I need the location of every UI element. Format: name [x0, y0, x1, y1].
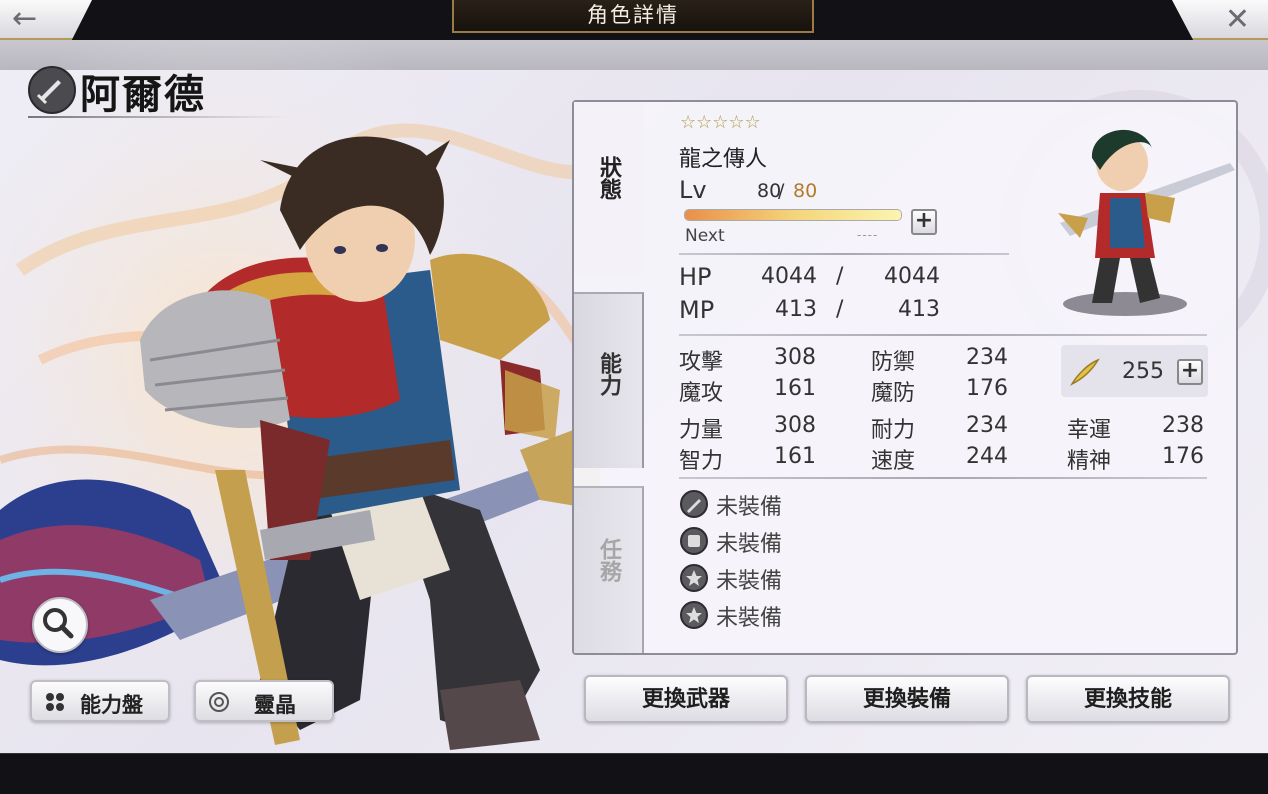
stat-spd-value: 244: [966, 444, 1008, 469]
stat-int-label: 智力: [679, 449, 724, 474]
ability-board-icon: [46, 693, 64, 711]
tab-quest-text: 任務: [596, 538, 622, 582]
exp-bar-fill: [685, 210, 901, 220]
character-illustration: [0, 136, 600, 750]
divider-vitals: [679, 334, 1207, 336]
exp-bar: [684, 209, 902, 221]
mp-label: MP: [679, 296, 715, 324]
tab-ability[interactable]: 能力: [574, 292, 644, 468]
equipment-slot-label: 未裝備: [716, 532, 783, 557]
stat-int-value: 161: [774, 444, 816, 469]
stat-def-label: 防禦: [871, 350, 916, 375]
stat-atk-value: 308: [774, 345, 816, 370]
plus-icon: +: [914, 208, 934, 233]
sword-class-icon: [28, 66, 76, 114]
armor-slot-icon: [680, 527, 708, 555]
level-label: Lv: [679, 176, 707, 204]
equipment-slot-label: 未裝備: [716, 495, 783, 520]
change-skill-button[interactable]: 更換技能: [1026, 675, 1230, 723]
hp-label: HP: [679, 263, 712, 291]
hp-max: 4044: [884, 264, 940, 289]
stat-str-value: 308: [774, 413, 816, 438]
ability-board-button[interactable]: 能力盤: [30, 680, 170, 722]
stat-luck-label: 幸運: [1067, 418, 1112, 443]
stat-mdef-label: 魔防: [871, 381, 916, 406]
tab-quest-label: 任務: [574, 538, 644, 589]
equipment-slot-label: 未裝備: [716, 569, 783, 594]
next-exp-value: ----: [857, 228, 879, 242]
level-max: 80: [793, 180, 818, 202]
game-screen: ← 角色詳情 ✕ 阿爾德 能力盤 靈晶 狀態 能力 任務 ☆☆☆☆☆ 龍之傳人 …: [0, 0, 1268, 794]
change-weapon-button[interactable]: 更換武器: [584, 675, 788, 723]
stat-matk-label: 魔攻: [679, 381, 724, 406]
tab-ability-label: 能力: [574, 352, 644, 403]
tab-quest[interactable]: 任務: [574, 486, 644, 653]
stat-spirit-value: 176: [1162, 444, 1204, 469]
bottom-letterbox: [0, 753, 1268, 794]
tab-status-label: 狀態: [574, 156, 644, 207]
name-underline: [28, 116, 288, 118]
stat-atk-label: 攻擊: [679, 350, 724, 375]
stat-matk-value: 161: [774, 376, 816, 401]
ability-board-label: 能力盤: [80, 692, 143, 717]
character-title: 龍之傳人: [679, 147, 768, 172]
hp-separator: /: [836, 264, 844, 289]
hp-current: 4044: [761, 264, 817, 289]
next-exp-label: Next: [685, 226, 725, 246]
stat-mdef-value: 176: [966, 376, 1008, 401]
screen-title: 角色詳情: [452, 0, 814, 33]
level-up-button[interactable]: +: [911, 209, 937, 235]
tab-status[interactable]: 狀態: [574, 102, 644, 274]
spirit-crystal-label: 靈晶: [254, 692, 296, 717]
mp-separator: /: [836, 297, 844, 322]
stat-spd-label: 速度: [871, 449, 916, 474]
close-icon: ✕: [1224, 2, 1250, 37]
stat-def-value: 234: [966, 345, 1008, 370]
back-arrow-icon: ←: [12, 1, 38, 36]
stat-luck-value: 238: [1162, 413, 1204, 438]
mp-current: 413: [775, 297, 817, 322]
plus-icon: +: [1180, 358, 1200, 383]
spirit-crystal-button[interactable]: 靈晶: [194, 680, 334, 722]
accessory-slot-icon: [680, 564, 708, 592]
character-sprite: [1058, 129, 1235, 316]
equipment-slot-label: 未裝備: [716, 606, 783, 631]
mp-max: 413: [898, 297, 940, 322]
tab-status-text: 狀態: [596, 156, 622, 200]
feather-add-button[interactable]: +: [1177, 359, 1203, 385]
panel-tabs: 狀態 能力 任務: [574, 102, 644, 653]
crystal-icon: [209, 692, 229, 712]
stat-spirit-label: 精神: [1067, 449, 1112, 474]
feather-icon: [1070, 358, 1100, 386]
accessory-slot-icon: [680, 601, 708, 629]
divider-stats: [679, 477, 1207, 479]
zoom-button[interactable]: [32, 597, 88, 653]
level-separator: /: [778, 180, 785, 202]
stat-vit-value: 234: [966, 413, 1008, 438]
character-name: 阿爾德: [80, 71, 206, 118]
stat-vit-label: 耐力: [871, 418, 916, 443]
weapon-slot-icon: [680, 490, 708, 518]
feather-value: 255: [1122, 359, 1164, 384]
divider-level: [679, 253, 1009, 255]
magnifier-icon: [43, 608, 74, 639]
stat-str-label: 力量: [679, 418, 724, 443]
change-equipment-button[interactable]: 更換裝備: [805, 675, 1009, 723]
rarity-stars: ☆☆☆☆☆: [680, 112, 761, 133]
tab-ability-text: 能力: [596, 352, 622, 396]
